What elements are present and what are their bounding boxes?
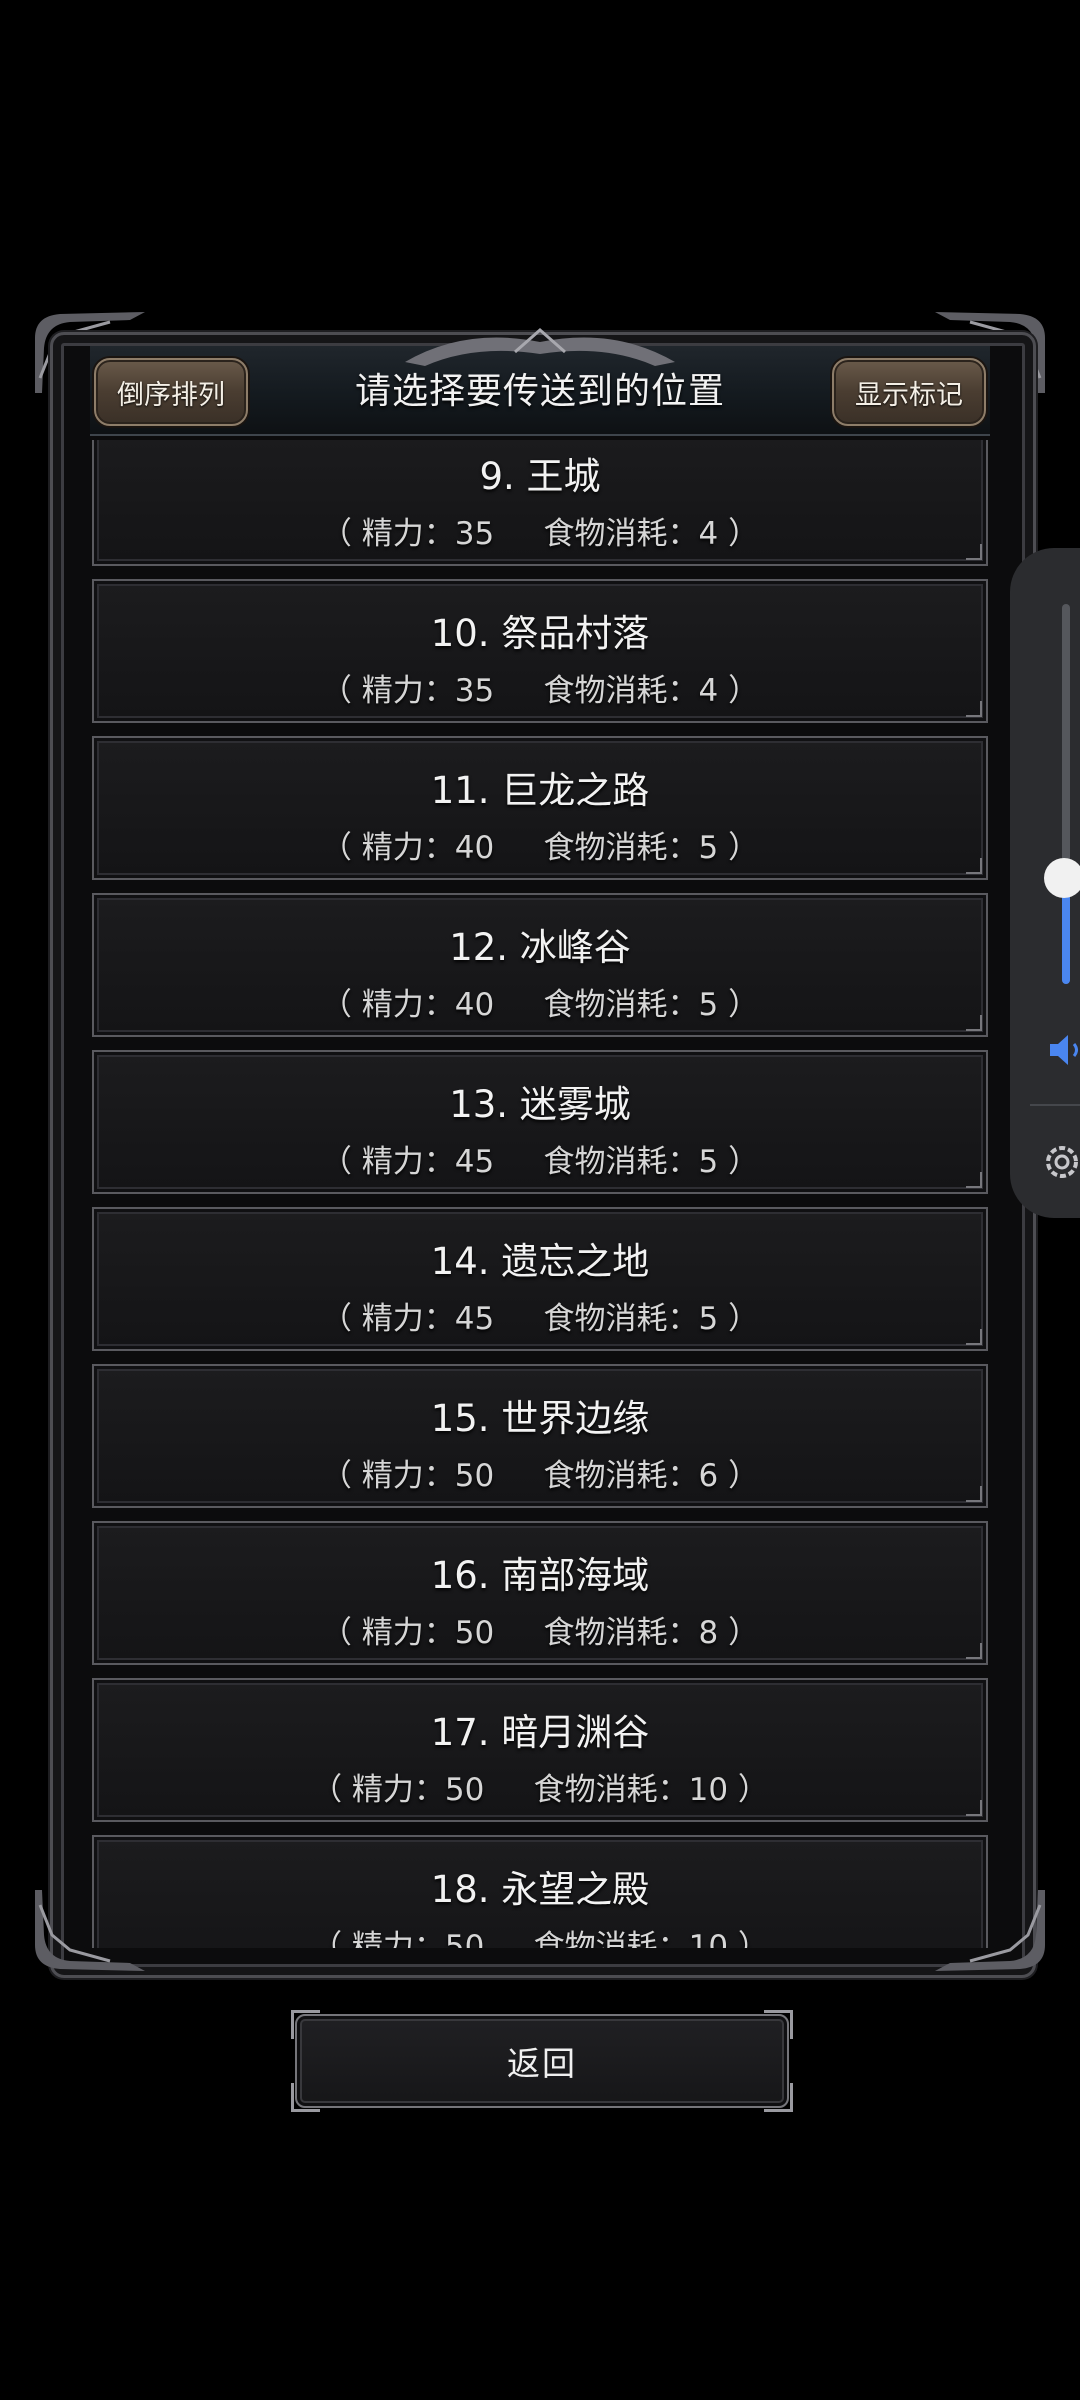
location-item[interactable]: 13. 迷雾城 （ 精力：45 食物消耗：5 ）: [92, 1050, 988, 1194]
location-name: 13. 迷雾城: [449, 1083, 631, 1126]
location-item[interactable]: 9. 王城 （ 精力：35 食物消耗：4 ）: [92, 440, 988, 566]
location-name: 18. 永望之殿: [430, 1868, 650, 1911]
location-item[interactable]: 17. 暗月渊谷 （ 精力：50 食物消耗：10 ）: [92, 1678, 988, 1822]
volume-divider: [1030, 1104, 1080, 1106]
location-item[interactable]: 15. 世界边缘 （ 精力：50 食物消耗：6 ）: [92, 1364, 988, 1508]
location-name: 15. 世界边缘: [430, 1397, 650, 1440]
dialog-title: 请选择要传送到的位置: [354, 371, 725, 412]
back-button-label: 返回: [507, 2044, 577, 2083]
location-name: 11. 巨龙之路: [430, 769, 650, 812]
location-item[interactable]: 14. 遗忘之地 （ 精力：45 食物消耗：5 ）: [92, 1207, 988, 1351]
gear-icon[interactable]: [1040, 1140, 1080, 1184]
location-name: 16. 南部海域: [430, 1554, 650, 1597]
location-name: 10. 祭品村落: [430, 612, 650, 655]
location-item[interactable]: 12. 冰峰谷 （ 精力：40 食物消耗：5 ）: [92, 893, 988, 1037]
location-cost: （ 精力：50 食物消耗：8 ）: [320, 1615, 760, 1651]
button-corner: [291, 2083, 320, 2112]
location-item[interactable]: 18. 永望之殿 （ 精力：50 食物消耗：10 ）: [92, 1835, 988, 1948]
show-marks-button[interactable]: 显示标记: [832, 358, 986, 426]
location-name: 14. 遗忘之地: [430, 1240, 650, 1283]
button-corner: [764, 2010, 793, 2039]
reverse-order-button[interactable]: 倒序排列: [94, 358, 248, 426]
location-name: 17. 暗月渊谷: [430, 1711, 650, 1754]
location-cost: （ 精力：50 食物消耗：6 ）: [320, 1458, 760, 1494]
button-corner: [291, 2010, 320, 2039]
location-cost: （ 精力：50 食物消耗：10 ）: [311, 1772, 769, 1808]
location-item[interactable]: 10. 祭品村落 （ 精力：35 食物消耗：4 ）: [92, 579, 988, 723]
location-item[interactable]: 11. 巨龙之路 （ 精力：40 食物消耗：5 ）: [92, 736, 988, 880]
location-name: 9. 王城: [479, 455, 601, 498]
location-name: 12. 冰峰谷: [449, 926, 631, 969]
volume-slider-handle[interactable]: [1044, 858, 1080, 898]
location-cost: （ 精力：40 食物消耗：5 ）: [320, 987, 760, 1023]
location-cost: （ 精力：45 食物消耗：5 ）: [320, 1301, 760, 1337]
button-corner: [764, 2083, 793, 2112]
back-button[interactable]: 返回: [291, 2010, 793, 2112]
location-cost: （ 精力：35 食物消耗：4 ）: [320, 673, 760, 709]
location-cost: （ 精力：35 食物消耗：4 ）: [320, 516, 760, 552]
location-cost: （ 精力：45 食物消耗：5 ）: [320, 1144, 760, 1180]
location-list[interactable]: 9. 王城 （ 精力：35 食物消耗：4 ） 10. 祭品村落 （ 精力：35 食物消…: [92, 440, 988, 1948]
location-cost: （ 精力：50 食物消耗：10 ）: [311, 1929, 769, 1948]
location-item[interactable]: 16. 南部海域 （ 精力：50 食物消耗：8 ）: [92, 1521, 988, 1665]
speaker-icon[interactable]: [1046, 1030, 1080, 1070]
location-cost: （ 精力：40 食物消耗：5 ）: [320, 830, 760, 866]
